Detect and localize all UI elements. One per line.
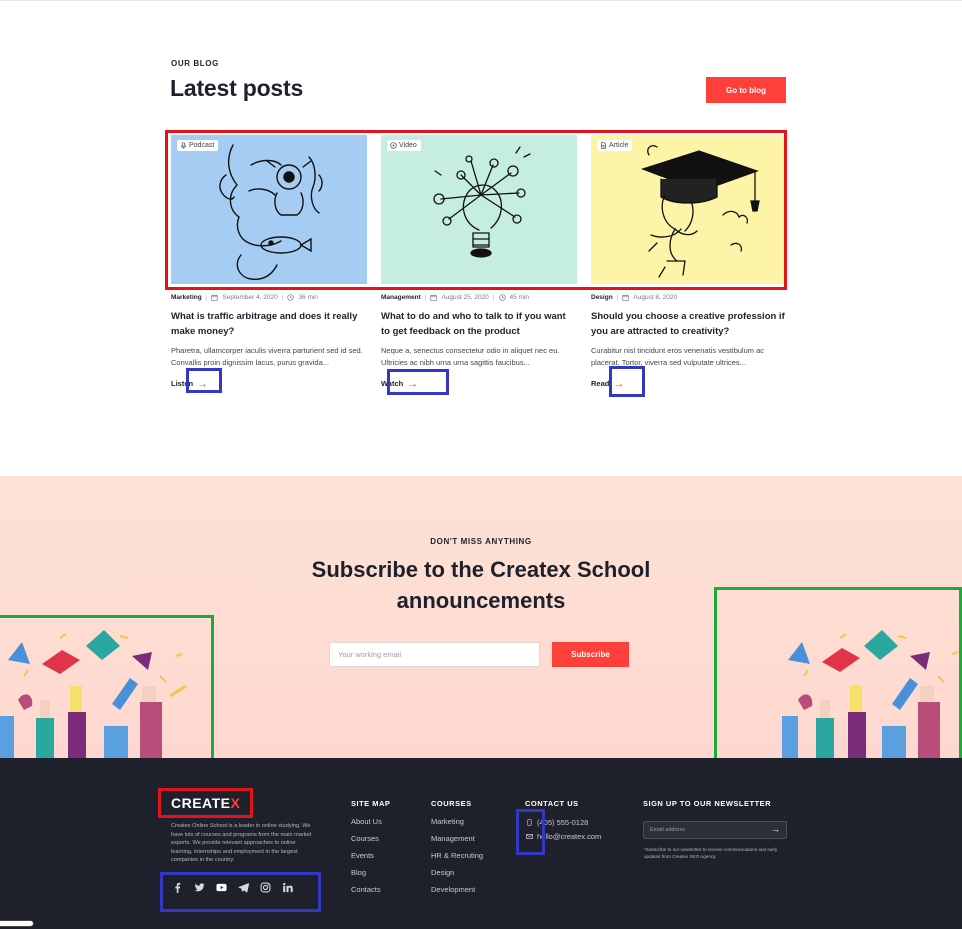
highlight-box-illustration-right [714,587,962,776]
post-meta: Management | August 25, 2020 | 45 min [381,294,577,301]
post-duration: 45 min [509,294,530,301]
arrow-right-icon[interactable]: → [771,824,780,834]
post-date: August 25, 2020 [441,294,489,301]
footer-link-contacts[interactable]: Contacts [351,885,382,902]
post-action-label: Read [591,379,610,388]
calendar-icon [211,294,219,301]
post-excerpt: Pharetra, ullamcorper iaculis viverra pa… [171,346,363,367]
calendar-icon [622,294,630,301]
contact-email-text: hello@createx.com [537,832,602,841]
footer: CREATEX Createx Online School is a leade… [0,758,962,929]
blog-eyebrow: OUR BLOG [171,59,219,68]
footer-link-hr[interactable]: HR & Recruting [431,851,483,868]
meta-divider: | [492,294,495,301]
subscribe-email-input[interactable] [329,642,540,667]
post-title[interactable]: Should you choose a creative profession … [591,309,787,339]
footer-link-development[interactable]: Development [431,885,483,902]
footer-link-events[interactable]: Events [351,851,382,868]
footer-link-design[interactable]: Design [431,868,483,885]
post-excerpt: Neque a, senectus consectetur odio in al… [381,346,560,367]
highlight-box-socials [160,872,321,912]
blog-section: OUR BLOG Latest posts Go to blog Podcast [0,0,962,476]
post-title[interactable]: What is traffic arbitrage and does it re… [171,309,367,339]
newsletter-note: *Subscribe to our newsletter to receive … [644,847,778,859]
subscribe-title: Subscribe to the Createx School announce… [311,557,651,613]
go-to-blog-button[interactable]: Go to blog [706,77,786,103]
post-meta: Marketing | September 4, 2020 | 36 min [171,294,367,301]
footer-link-about[interactable]: About Us [351,817,382,834]
subscribe-eyebrow: DON'T MISS ANYTHING [430,537,532,546]
post-category[interactable]: Management [381,294,421,301]
clock-icon [287,294,295,301]
post-date: September 4, 2020 [222,294,278,301]
contact-heading: CONTACT US [525,799,579,808]
highlight-box-contact-icons [516,809,545,855]
post-date: August 8, 2020 [633,294,678,301]
courses-heading: COURSES [431,799,472,808]
post-category[interactable]: Design [591,294,613,301]
blog-title: Latest posts [170,75,304,101]
highlight-box-watch [387,369,449,395]
subscribe-button[interactable]: Subscribe [552,642,629,667]
calendar-icon [430,294,438,301]
meta-divider: | [205,294,208,301]
footer-about-text: Createx Online School is a leader in onl… [171,823,312,864]
footer-link-marketing[interactable]: Marketing [431,817,483,834]
post-title[interactable]: What to do and who to talk to if you wan… [381,309,577,339]
highlight-box-read [609,366,645,397]
subscribe-section: DON'T MISS ANYTHING Subscribe to the Cre… [0,476,962,776]
sitemap-heading: SITE MAP [351,799,391,808]
courses-list: Marketing Management HR & Recruting Desi… [431,817,483,902]
horizontal-scrollbar[interactable] [0,920,34,927]
meta-divider: | [424,294,427,301]
footer-link-courses[interactable]: Courses [351,834,382,851]
post-category[interactable]: Marketing [171,294,202,301]
highlight-box-logo [158,788,253,818]
highlight-box-illustration-left [0,615,214,772]
post-meta: Design | August 8, 2020 [591,294,787,301]
footer-link-management[interactable]: Management [431,834,483,851]
newsletter-email-input[interactable] [643,821,787,839]
highlight-box-listen [186,368,222,393]
clock-icon [498,294,506,301]
footer-link-blog[interactable]: Blog [351,868,382,885]
meta-divider: | [281,294,284,301]
highlight-box-images [165,130,787,290]
newsletter-heading: SIGN UP TO OUR NEWSLETTER [643,799,772,808]
post-duration: 36 min [298,294,318,301]
sitemap-list: About Us Courses Events Blog Contacts [351,817,382,902]
meta-divider: | [616,294,619,301]
page: OUR BLOG Latest posts Go to blog Podcast [0,0,962,929]
